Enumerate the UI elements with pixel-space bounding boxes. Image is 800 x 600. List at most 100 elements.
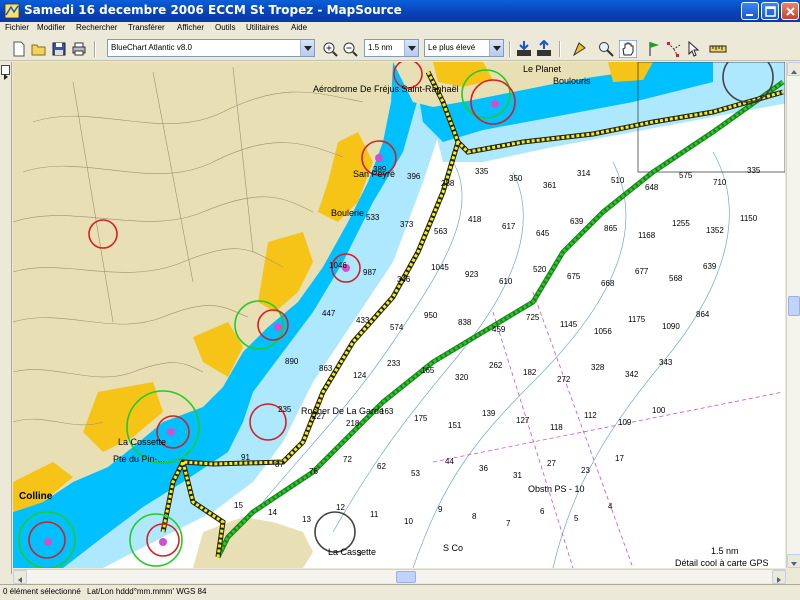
depth-sounding: 677 (635, 267, 649, 276)
depth-sounding: 864 (696, 310, 710, 319)
status-bar: 0 élément sélectionné Lat/Lon hddd°mm.mm… (0, 584, 800, 600)
receive-from-device-icon[interactable] (515, 40, 533, 58)
depth-sounding: 163 (380, 407, 394, 416)
menu-modifier[interactable]: Modifier (37, 23, 65, 32)
waypoint-flag-icon[interactable] (645, 40, 663, 58)
depth-sounding: 44 (445, 457, 454, 466)
depth-sounding: 17 (615, 454, 624, 463)
depth-sounding: 890 (285, 357, 299, 366)
chevron-down-icon[interactable] (489, 40, 503, 56)
maximize-button[interactable] (761, 2, 779, 20)
chevron-down-icon[interactable] (404, 40, 418, 56)
product-select[interactable]: BlueChart Atlantic v8.0 (107, 39, 315, 57)
depth-sounding: 10 (404, 517, 413, 526)
distance-ruler-icon[interactable] (709, 40, 727, 58)
depth-sounding: 342 (625, 370, 639, 379)
save-icon[interactable] (50, 40, 68, 58)
depth-sounding: 3 (357, 549, 362, 558)
harbour-marker-icon[interactable] (44, 538, 52, 546)
menu-rechercher[interactable]: Rechercher (76, 23, 117, 32)
chevron-down-icon[interactable] (300, 40, 314, 56)
depth-sounding: 1056 (594, 327, 612, 336)
depth-sounding: 987 (363, 268, 377, 277)
menu-aide[interactable]: Aide (291, 23, 307, 32)
title-bar[interactable]: Samedi 16 decembre 2006 ECCM St Tropez -… (0, 0, 800, 22)
zoom-in-icon[interactable] (321, 40, 339, 58)
label-le-planet: Le Planet (523, 64, 562, 74)
mapsource-app-icon (4, 3, 20, 19)
horizontal-scroll-thumb[interactable] (396, 571, 416, 583)
depth-sounding: 139 (482, 409, 496, 418)
depth-sounding: 227 (312, 412, 326, 421)
depth-sounding: 100 (652, 406, 666, 415)
zoom-scale-select[interactable]: 1.5 nm (364, 39, 419, 57)
zoom-out-icon[interactable] (341, 40, 359, 58)
depth-sounding: 1150 (740, 214, 758, 223)
detail-level-value: Le plus élevé (428, 43, 476, 52)
depth-sounding: 328 (591, 363, 605, 372)
new-file-icon[interactable] (10, 40, 28, 58)
nautical-chart[interactable]: Aérodrome De Fréjus Saint-Raphaël Le Pla… (13, 62, 785, 568)
hand-pan-icon[interactable] (619, 40, 637, 58)
depth-sounding: 1168 (638, 231, 656, 240)
close-button[interactable] (781, 2, 799, 20)
depth-sounding: 127 (516, 416, 530, 425)
harbour-marker-icon[interactable] (491, 100, 499, 108)
route-tool-icon[interactable] (665, 40, 683, 58)
depth-sounding: 710 (713, 178, 727, 187)
depth-sounding: 1090 (662, 322, 680, 331)
depth-sounding: 1045 (431, 263, 449, 272)
depth-sounding: 1145 (560, 320, 578, 329)
expand-panel-button[interactable] (1, 65, 10, 80)
open-folder-icon[interactable] (30, 40, 48, 58)
scroll-left-button[interactable] (13, 570, 27, 584)
chart-map-view[interactable]: Aérodrome De Fréjus Saint-Raphaël Le Pla… (13, 62, 785, 568)
vertical-scroll-thumb[interactable] (788, 296, 800, 316)
send-to-device-icon[interactable] (535, 40, 553, 58)
depth-sounding: 76 (309, 467, 318, 476)
menu-outils[interactable]: Outils (215, 23, 235, 32)
scroll-right-button[interactable] (772, 570, 786, 584)
depth-sounding: 11 (370, 510, 379, 519)
harbour-marker-icon[interactable] (159, 538, 167, 546)
harbour-marker-icon[interactable] (274, 323, 282, 331)
menu-utilitaires[interactable]: Utilitaires (246, 23, 279, 32)
depth-sounding: 389 (373, 165, 387, 174)
depth-sounding: 639 (570, 217, 584, 226)
depth-sounding: 675 (567, 272, 581, 281)
menu-afficher[interactable]: Afficher (177, 23, 204, 32)
print-icon[interactable] (70, 40, 88, 58)
label-la-cassette: La Cassette (328, 547, 376, 557)
mapsource-window: Samedi 16 decembre 2006 ECCM St Tropez -… (0, 0, 800, 600)
depth-sounding: 335 (475, 167, 489, 176)
depth-sounding: 350 (509, 174, 523, 183)
depth-sounding: 124 (353, 371, 367, 380)
depth-sounding: 15 (234, 501, 243, 510)
toolbar: BlueChart Atlantic v8.0 1.5 nm Le plus é… (0, 36, 800, 61)
scroll-up-button[interactable] (787, 62, 800, 76)
depth-sounding: 91 (241, 453, 250, 462)
menu-transferer[interactable]: Transférer (128, 23, 165, 32)
minimize-button[interactable] (741, 2, 759, 20)
label-boulouris: Boulouris (553, 76, 591, 86)
side-panel-collapsed[interactable] (0, 62, 12, 574)
depth-sounding: 648 (645, 183, 659, 192)
harbour-marker-icon[interactable] (375, 154, 383, 162)
horizontal-scrollbar[interactable] (13, 569, 786, 584)
depth-sounding: 520 (533, 265, 547, 274)
scroll-down-button[interactable] (787, 554, 800, 568)
menu-fichier[interactable]: Fichier (5, 23, 29, 32)
selection-arrow-icon[interactable] (685, 40, 703, 58)
depth-sounding: 343 (659, 358, 673, 367)
detail-level-select[interactable]: Le plus élevé (424, 39, 504, 57)
status-datum: Lat/Lon hddd°mm.mmm' WGS 84 (87, 587, 207, 596)
vertical-scrollbar[interactable] (786, 62, 800, 568)
harbour-marker-icon[interactable] (167, 428, 175, 436)
map-tool-icon[interactable] (571, 40, 589, 58)
depth-sounding: 151 (448, 421, 462, 430)
zoom-tool-icon[interactable] (597, 40, 615, 58)
scale-label: 1.5 nm (711, 546, 739, 556)
depth-sounding: 725 (526, 313, 540, 322)
depth-sounding: 118 (550, 423, 563, 432)
depth-sounding: 865 (604, 224, 618, 233)
